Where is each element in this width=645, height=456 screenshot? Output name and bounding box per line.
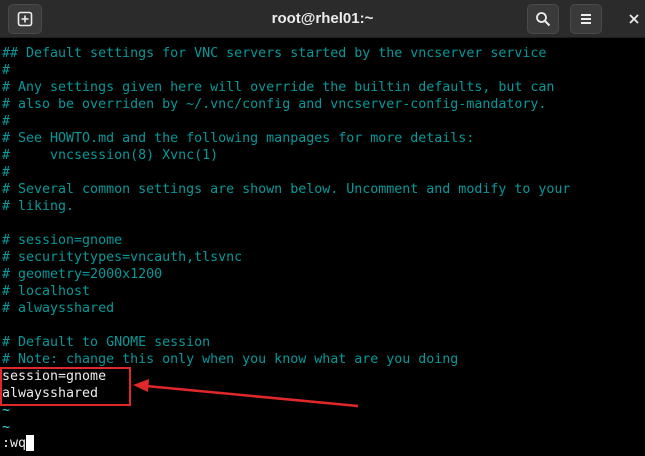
- terminal-line: #: [2, 114, 11, 129]
- terminal-line: # session=gnome: [2, 233, 123, 248]
- terminal-window: root@rhel01:~ ## Default settings for VN…: [0, 0, 645, 456]
- title-bar: root@rhel01:~: [0, 0, 645, 38]
- new-tab-button[interactable]: [8, 4, 42, 34]
- terminal-line: # also be overriden by ~/.vnc/config and…: [2, 97, 547, 112]
- text-cursor: [26, 435, 34, 451]
- terminal-line: # alwaysshared: [2, 301, 115, 316]
- new-tab-icon: [17, 11, 33, 27]
- search-button[interactable]: [527, 4, 559, 34]
- terminal-line: # vncsession(8) Xvnc(1): [2, 148, 219, 163]
- terminal-line: # Note: change this only when you know w…: [2, 352, 459, 367]
- terminal-line: # Any settings given here will override …: [2, 80, 555, 95]
- empty-buffer-line: ~: [2, 420, 11, 435]
- terminal-line: # geometry=2000x1200: [2, 267, 163, 282]
- menu-button[interactable]: [570, 4, 602, 34]
- terminal-line: #: [2, 63, 11, 78]
- annotation-highlight-box: [0, 367, 131, 406]
- terminal-line: # liking.: [2, 199, 75, 214]
- search-icon: [536, 12, 551, 27]
- close-button[interactable]: [624, 9, 644, 29]
- hamburger-menu-icon: [581, 14, 591, 24]
- terminal-line: ## Default settings for VNC servers star…: [2, 46, 547, 61]
- terminal-line: # Default to GNOME session: [2, 335, 211, 350]
- close-icon: [629, 14, 639, 24]
- terminal-line: # localhost: [2, 284, 91, 299]
- terminal-line: # Several common settings are shown belo…: [2, 182, 571, 197]
- terminal-line: # securitytypes=vncauth,tlsvnc: [2, 250, 243, 265]
- vim-command-line[interactable]: :wq: [2, 435, 26, 452]
- terminal-line: # See HOWTO.md and the following manpage…: [2, 131, 475, 146]
- terminal-line: #: [2, 165, 11, 180]
